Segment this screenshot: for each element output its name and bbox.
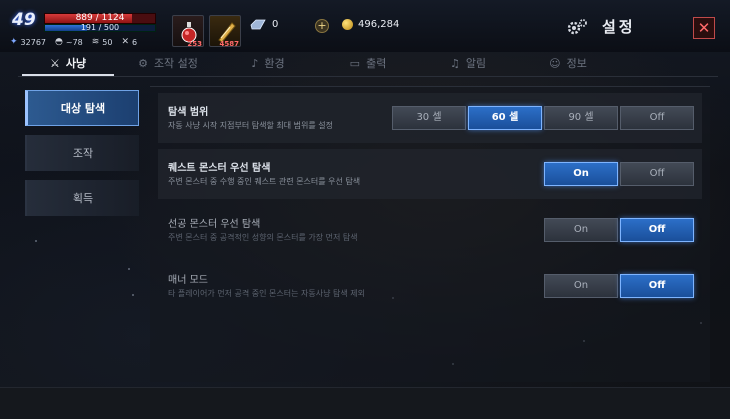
music-note-icon: ♪ <box>251 56 259 70</box>
manner-off-button[interactable]: Off <box>620 274 694 298</box>
player-stats: ✦ 32767 ◓ ~78 ≋ 50 ✕ 6 <box>10 37 137 47</box>
gear-icon: ⚙ <box>138 56 148 70</box>
setting-description: 자동 사냥 시작 지점부터 탐색할 최대 범위를 설정 <box>168 121 333 130</box>
crystal-currency: 0 <box>250 19 278 30</box>
setting-title: 탐색 범위 <box>168 107 209 118</box>
setting-row-search-range: 탐색 범위 자동 사냥 시작 지점부터 탐색할 최대 범위를 설정 30 셀 6… <box>158 93 702 143</box>
sidebar-item-label: 조작 <box>72 147 94 160</box>
power-icon: ✦ <box>10 37 18 47</box>
stat-value: 50 <box>102 37 113 47</box>
star-particle <box>132 294 134 296</box>
range-30-button[interactable]: 30 셀 <box>392 106 466 130</box>
stat-speed: ≋ 50 <box>92 37 113 47</box>
tab-notifications[interactable]: ♫ 알림 <box>418 52 518 74</box>
setting-row-quest-monster: 퀘스트 몬스터 우선 탐색 주변 몬스터 중 수행 중인 퀘스트 관련 몬스터를… <box>158 149 702 199</box>
sidebar-item-control[interactable]: 조작 <box>25 135 139 171</box>
setting-title: 퀘스트 몬스터 우선 탐색 <box>168 163 271 174</box>
tab-label: 조작 설정 <box>153 57 198 70</box>
gears-icon <box>567 18 587 34</box>
potion-slot[interactable]: 253 <box>172 15 204 48</box>
stat-value: ~78 <box>65 37 83 47</box>
quest-on-button[interactable]: On <box>544 162 618 186</box>
settings-header: 설정 <box>566 16 636 37</box>
stat-power: ✦ 32767 <box>10 37 46 47</box>
stat-defense: ◓ ~78 <box>55 37 83 47</box>
user-icon: ☺ <box>549 56 561 70</box>
tab-label: 사냥 <box>65 57 87 70</box>
bell-icon: ♫ <box>449 56 460 70</box>
close-icon: ✕ <box>697 19 711 37</box>
setting-row-manner-mode: 매너 모드 타 플레이어가 먼저 공격 중인 몬스터는 자동사냥 탐색 제외 O… <box>158 261 702 311</box>
sword-icon: ✕ <box>121 37 130 47</box>
tab-hunting[interactable]: ⚔ 사냥 <box>18 52 118 76</box>
gold-amount: 496,284 <box>358 19 400 30</box>
setting-description: 타 플레이어가 먼저 공격 중인 몬스터는 자동사냥 탐색 제외 <box>168 289 365 298</box>
sidebar-item-target-search[interactable]: 대상 탐색 <box>25 90 139 126</box>
stat-value: 6 <box>132 37 138 47</box>
setting-title: 매너 모드 <box>168 275 208 286</box>
star-particle <box>128 268 130 270</box>
stat-attack: ✕ 6 <box>121 37 137 47</box>
aggressive-off-button[interactable]: Off <box>620 218 694 242</box>
star-particle <box>35 240 37 242</box>
tab-divider <box>18 76 718 77</box>
setting-description: 주변 몬스터 중 수행 중인 퀘스트 관련 몬스터를 우선 탐색 <box>168 177 361 186</box>
tab-info[interactable]: ☺ 정보 <box>518 52 618 74</box>
stat-value: 32767 <box>20 37 46 47</box>
tab-output[interactable]: ▭ 출력 <box>318 52 418 74</box>
wing-icon: ≋ <box>91 37 100 47</box>
page-title: 설정 <box>602 18 636 36</box>
tab-label: 환경 <box>264 57 285 70</box>
range-90-button[interactable]: 90 셀 <box>544 106 618 130</box>
item-quantity: 4587 <box>219 40 239 48</box>
close-button[interactable]: ✕ <box>693 17 715 39</box>
top-status-bar: 49 889 / 1124 191 / 500 ✦ 32767 ◓ ~78 ≋ … <box>0 0 730 52</box>
bottom-bar <box>0 387 730 419</box>
range-60-button[interactable]: 60 셀 <box>468 106 542 130</box>
mp-text: 191 / 500 <box>80 23 120 32</box>
tab-label: 정보 <box>566 57 587 70</box>
setting-row-aggressive-monster: 선공 몬스터 우선 탐색 주변 몬스터 중 공격적인 성향의 몬스터를 가장 먼… <box>158 205 702 255</box>
sidebar-item-acquire[interactable]: 획득 <box>25 180 139 216</box>
settings-tabs: ⚔ 사냥 ⚙ 조작 설정 ♪ 환경 ▭ 출력 ♫ 알림 ☺ 정보 <box>18 52 718 76</box>
crystal-icon <box>250 19 266 30</box>
add-currency-button[interactable]: + <box>315 19 329 33</box>
helmet-icon: ◓ <box>55 37 63 47</box>
manner-on-button[interactable]: On <box>544 274 618 298</box>
settings-sidebar: 대상 탐색 조작 획득 <box>25 90 141 225</box>
aggressive-on-button[interactable]: On <box>544 218 618 242</box>
item-quantity: 253 <box>187 40 202 48</box>
gold-currency: 496,284 <box>342 19 399 30</box>
settings-panel: 탐색 범위 자동 사냥 시작 지점부터 탐색할 최대 범위를 설정 30 셀 6… <box>150 86 710 382</box>
crossed-swords-icon: ⚔ <box>49 56 60 70</box>
range-off-button[interactable]: Off <box>620 106 694 130</box>
tab-environment[interactable]: ♪ 환경 <box>218 52 318 74</box>
sidebar-item-label: 대상 탐색 <box>60 102 106 115</box>
tab-control-settings[interactable]: ⚙ 조작 설정 <box>118 52 218 74</box>
player-level: 49 <box>12 10 36 30</box>
tab-label: 알림 <box>465 57 487 70</box>
quest-off-button[interactable]: Off <box>620 162 694 186</box>
gold-coin-icon <box>342 19 353 30</box>
sidebar-item-label: 획득 <box>72 192 94 205</box>
tab-label: 출력 <box>366 57 387 70</box>
scroll-slot[interactable]: 4587 <box>209 15 241 48</box>
mp-bar: 191 / 500 <box>44 23 156 32</box>
setting-description: 주변 몬스터 중 공격적인 성향의 몬스터를 가장 먼저 탐색 <box>168 233 358 242</box>
display-icon: ▭ <box>349 56 361 70</box>
setting-title: 선공 몬스터 우선 탐색 <box>168 219 261 230</box>
crystal-amount: 0 <box>272 19 279 30</box>
